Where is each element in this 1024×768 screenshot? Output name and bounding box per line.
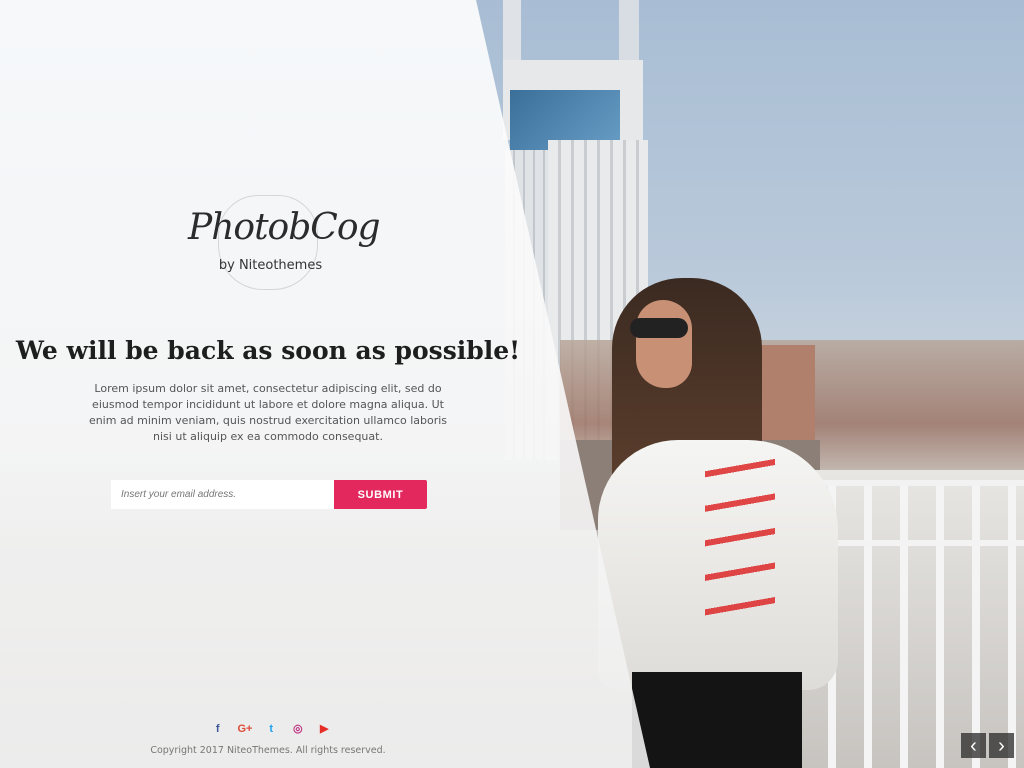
logo-subtitle: by Niteothemes [218,258,323,273]
woman-pants [632,672,802,768]
youtube-icon[interactable]: ▶ [318,722,332,736]
social-links: f G+ t ◎ ▶ [211,722,331,738]
railing-bar [830,540,1024,546]
intro-paragraph: Lorem ipsum dolor sit amet, consectetur … [88,382,448,443]
slider-prev-button[interactable]: ‹ [961,733,986,758]
twitter-icon[interactable]: t [265,722,279,736]
woman-face [636,300,692,388]
chevron-right-icon: › [998,734,1005,757]
site-logo[interactable]: PhotobCog by Niteothemes [188,195,381,290]
instagram-icon[interactable]: ◎ [291,722,305,736]
submit-button[interactable]: SUBMIT [334,480,427,509]
sunglasses [630,318,688,338]
jacket-print [705,455,775,625]
google-plus-icon[interactable]: G+ [238,722,253,736]
subscribe-form: SUBMIT [111,480,427,509]
slider-next-button[interactable]: › [989,733,1014,758]
coming-soon-panel: PhotobCog by Niteothemes We will be back… [0,0,540,768]
copyright-text: Copyright 2017 NiteoThemes. All rights r… [150,745,386,756]
logo-title: PhotobCog [188,207,381,248]
chevron-left-icon: ‹ [970,734,977,757]
page-headline: We will be back as soon as possible! [15,336,521,365]
email-field[interactable] [111,480,334,509]
facebook-icon[interactable]: f [211,722,225,736]
